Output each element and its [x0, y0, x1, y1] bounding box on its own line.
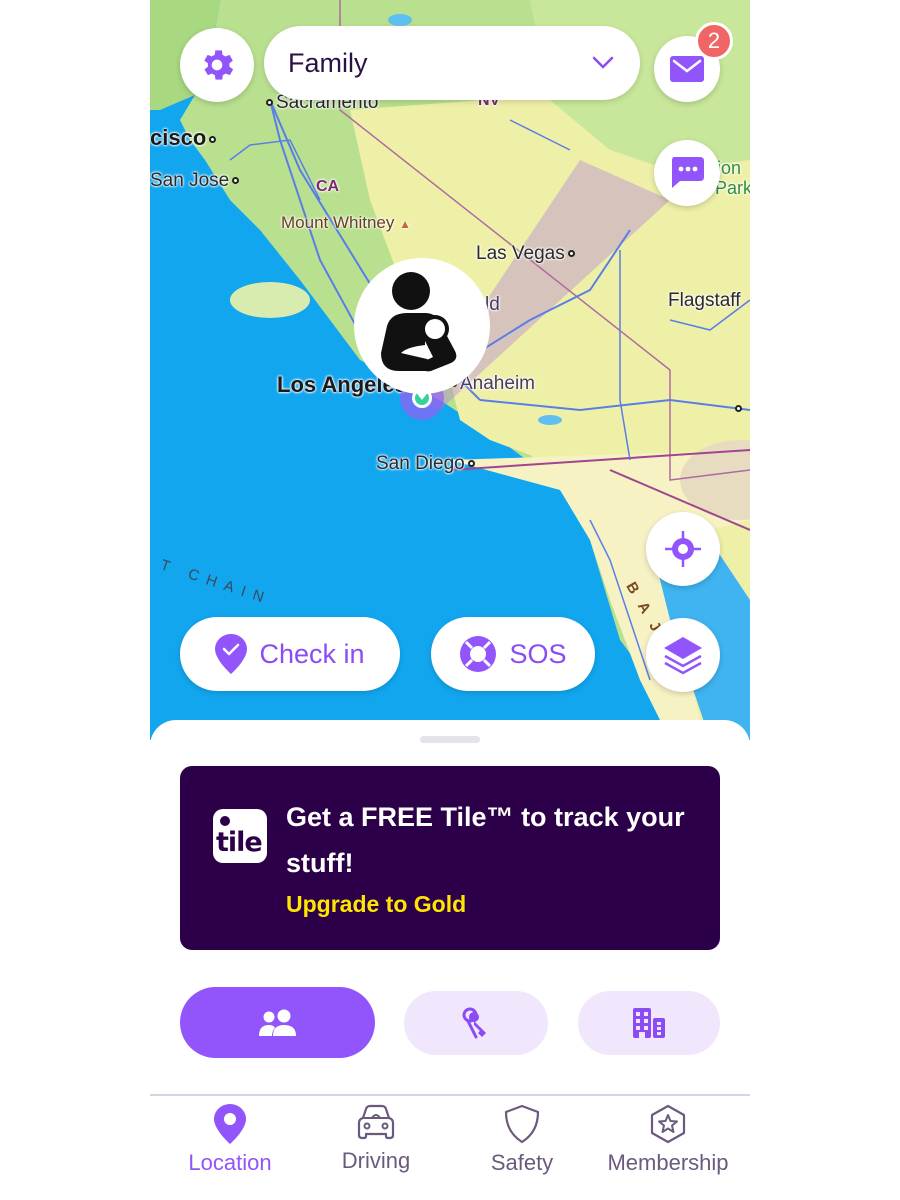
app-screen: Sacramento cisco San Jose CA NV Mount Wh… [150, 0, 750, 1200]
gear-icon [204, 50, 234, 80]
location-pin-icon [214, 1104, 246, 1144]
upgrade-to-gold-link[interactable]: Upgrade to Gold [286, 891, 466, 918]
map-label-ca: CA [316, 178, 340, 195]
map-label-san-diego: San Diego [376, 453, 478, 475]
parent-with-baby-icon [381, 272, 457, 372]
map-view[interactable]: Sacramento cisco San Jose CA NV Mount Wh… [150, 0, 750, 740]
circle-switcher[interactable]: Family [264, 26, 640, 100]
member-avatar-pin[interactable] [354, 258, 490, 394]
map-label-flagstaff: Flagstaff [668, 290, 741, 311]
sos-button[interactable]: SOS [431, 617, 595, 691]
map-pin-check-icon [215, 634, 248, 674]
tab-label: Driving [341, 1148, 411, 1173]
layers-icon [664, 637, 702, 675]
segment-places[interactable] [578, 991, 720, 1055]
car-icon [357, 1104, 395, 1140]
keys-icon [462, 1007, 486, 1039]
segment-items[interactable] [404, 991, 548, 1055]
segment-people[interactable] [180, 987, 375, 1058]
envelope-icon [670, 56, 704, 82]
bottom-tab-bar: Location Driving Safety Membership [150, 1094, 750, 1200]
sos-label: SOS [509, 638, 567, 669]
star-badge-icon [650, 1104, 686, 1144]
building-icon [633, 1008, 665, 1038]
tab-label: Safety [490, 1150, 554, 1175]
check-in-label: Check in [259, 638, 365, 669]
circle-name: Family [288, 47, 368, 78]
tab-driving[interactable]: Driving [301, 1104, 451, 1174]
map-label-san-jose: San Jose [150, 170, 242, 192]
promo-title: Get a FREE Tile™ to track your stuff! [286, 802, 685, 878]
people-icon [258, 1009, 296, 1036]
map-label-mount-whitney: Mount Whitney ▲ [281, 213, 412, 232]
crosshair-icon [665, 531, 701, 567]
tile-logo-icon: tile [213, 809, 267, 863]
settings-button[interactable] [180, 28, 254, 102]
map-label-zion: ion [717, 158, 742, 178]
map-label-park: Park [715, 178, 750, 198]
map-label-phoenix [732, 398, 745, 420]
sheet-drag-handle[interactable] [420, 736, 480, 743]
tab-membership[interactable]: Membership [593, 1104, 743, 1176]
check-in-button[interactable]: Check in [180, 617, 400, 691]
chevron-down-icon [592, 56, 614, 69]
tab-label: Membership [607, 1150, 729, 1175]
shield-icon [504, 1104, 540, 1144]
chat-bubble-icon [672, 157, 704, 188]
map-layers-button[interactable] [646, 618, 720, 692]
map-label-san-francisco: cisco [150, 125, 219, 151]
tab-location[interactable]: Location [155, 1104, 305, 1176]
lifebuoy-icon [460, 636, 497, 672]
tab-safety[interactable]: Safety [447, 1104, 597, 1176]
inbox-badge: 2 [695, 22, 733, 60]
tile-promo-banner[interactable]: tile Get a FREE Tile™ to track your stuf… [180, 766, 720, 950]
chat-button[interactable] [654, 140, 720, 206]
map-label-las-vegas: Las Vegas [476, 243, 578, 265]
tab-label: Location [188, 1150, 272, 1175]
recenter-button[interactable] [646, 512, 720, 586]
